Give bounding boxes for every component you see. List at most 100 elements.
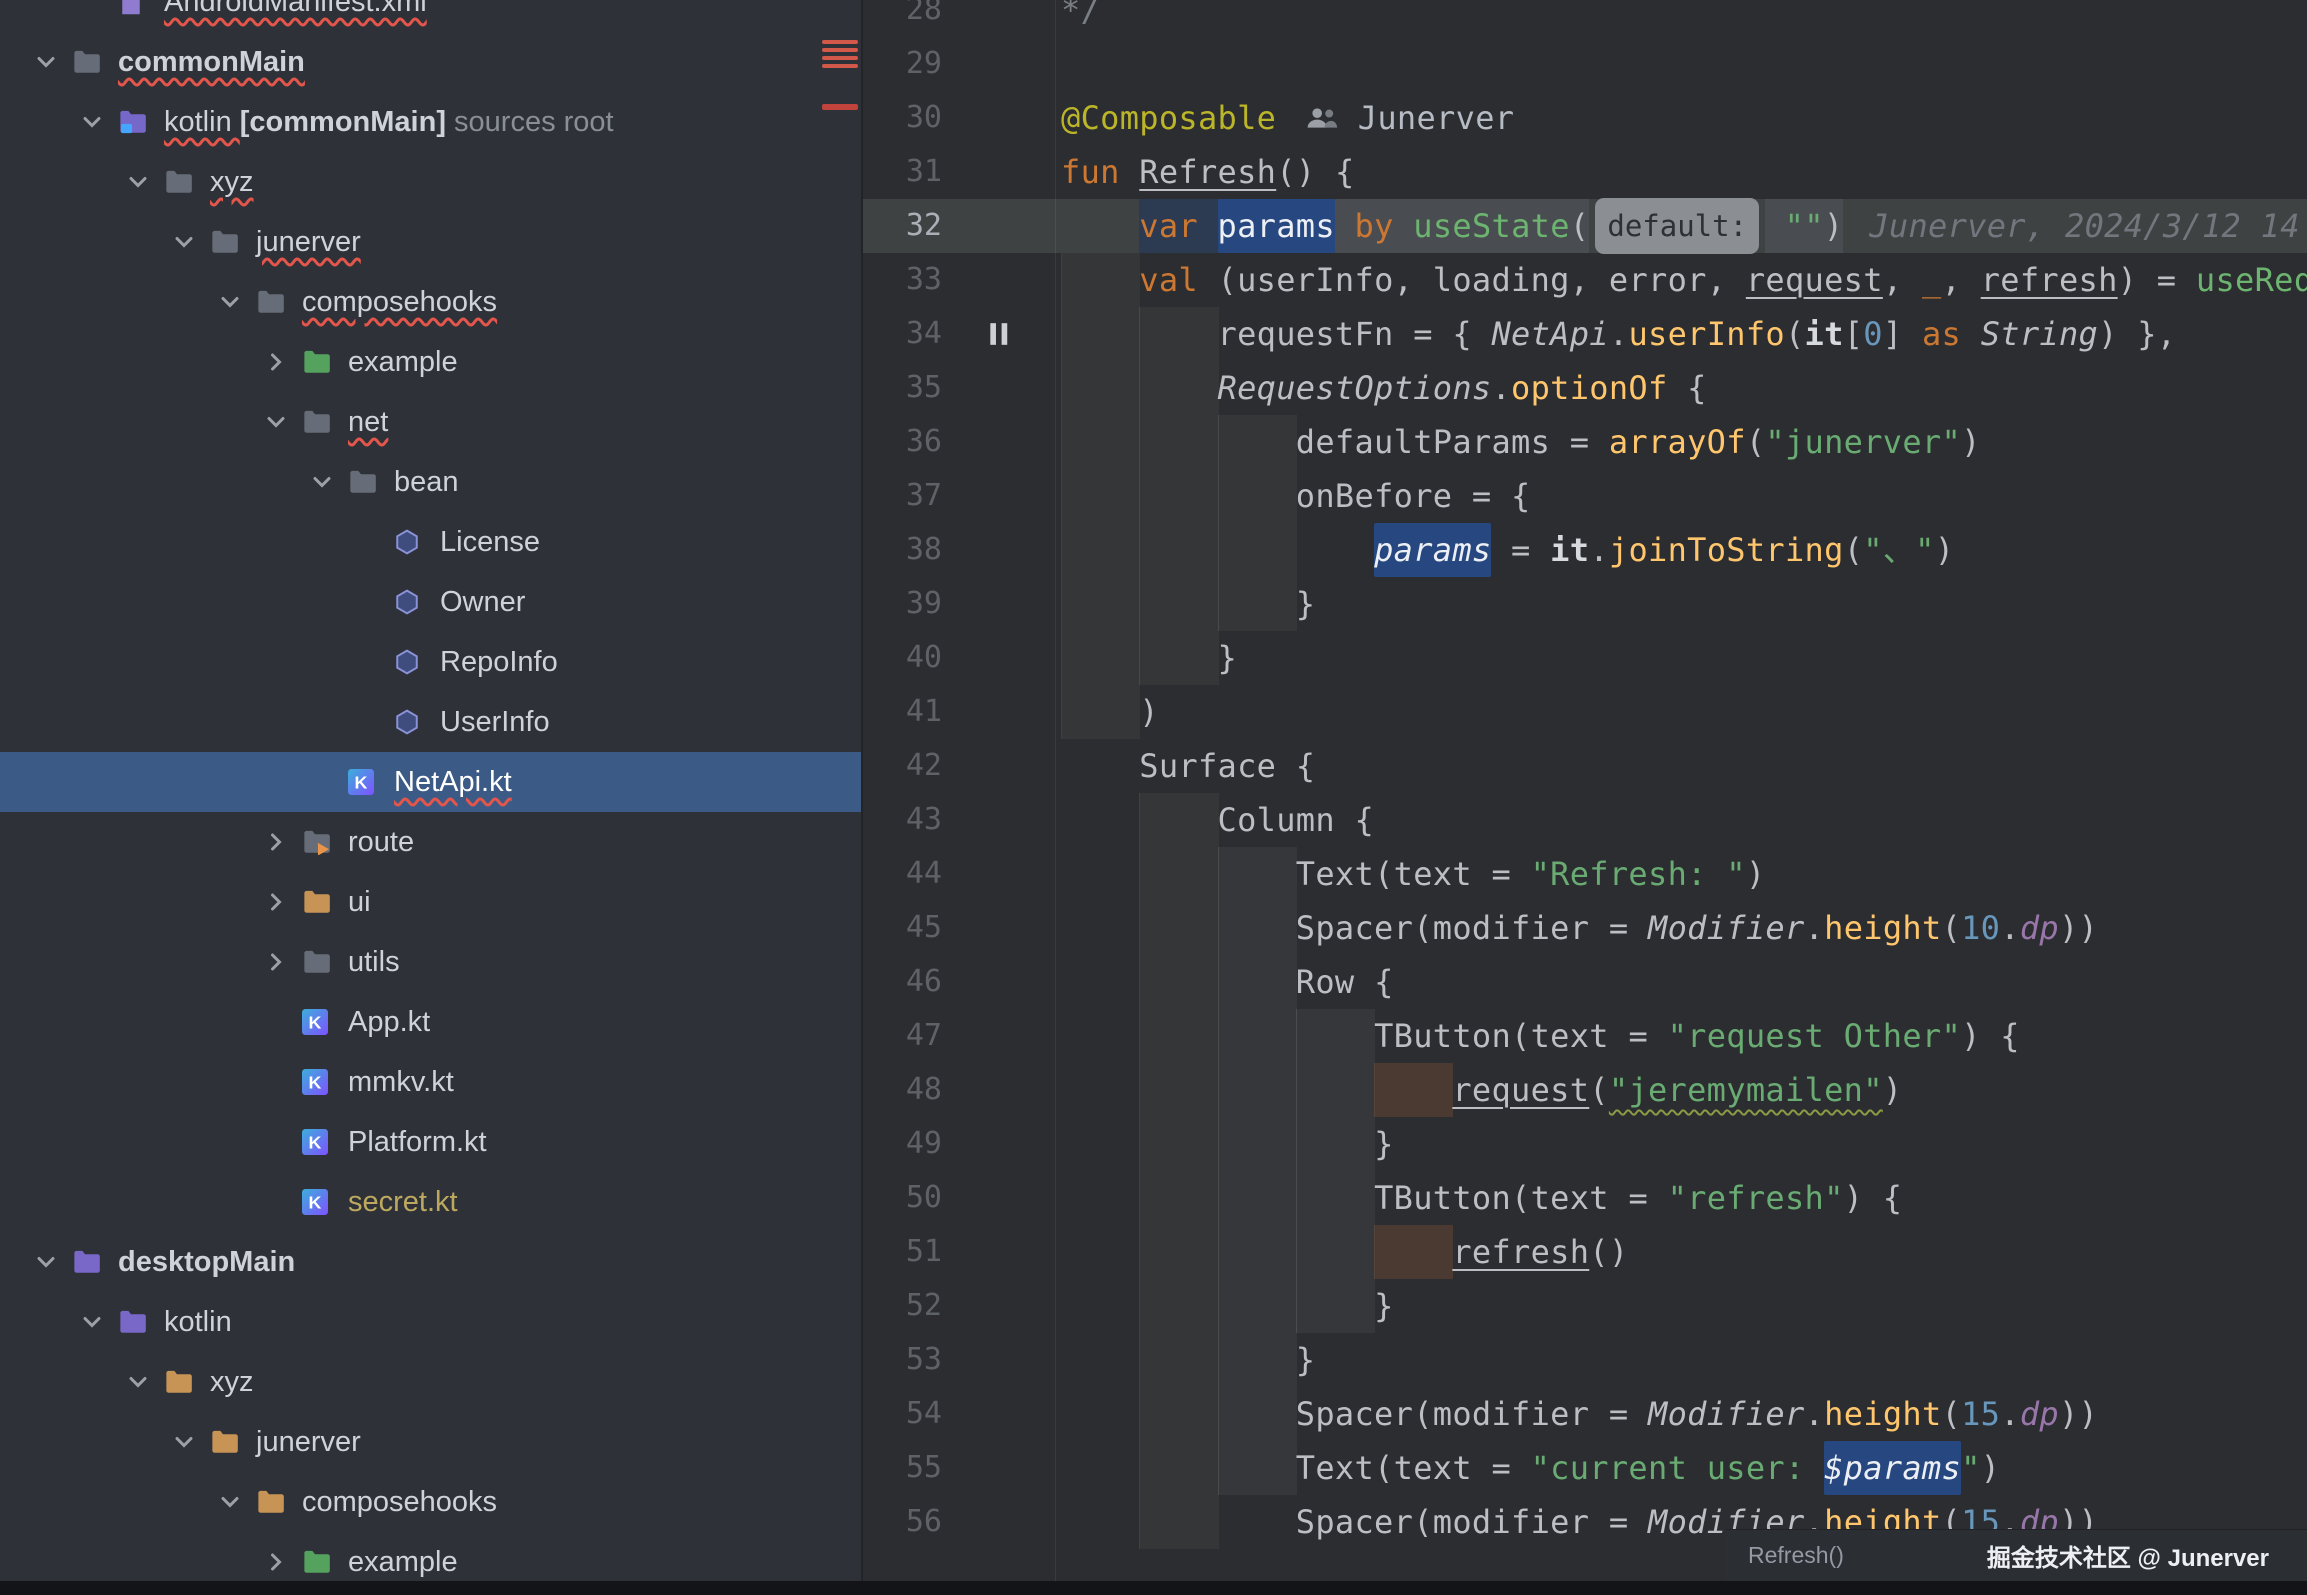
- chevron-right-icon[interactable]: [250, 828, 302, 856]
- code-line-34[interactable]: 34 requestFn = { NetApi.userInfo(it[0] a…: [863, 307, 2307, 361]
- code-line-33[interactable]: 33 val (userInfo, loading, error, reques…: [863, 253, 2307, 307]
- code-line-53[interactable]: 53 }: [863, 1333, 2307, 1387]
- chevron-right-icon[interactable]: [250, 888, 302, 916]
- code-line-55[interactable]: 55 Text(text = "current user: $params"): [863, 1441, 2307, 1495]
- tree-item-composehooks[interactable]: composehooks: [0, 272, 861, 332]
- tree-item-androidmanifest-xml[interactable]: AndroidManifest.xml: [0, 0, 861, 32]
- line-number[interactable]: 37: [863, 469, 942, 523]
- tree-item-composehooks[interactable]: composehooks: [0, 1472, 861, 1532]
- code-line-38[interactable]: 38 params = it.joinToString("、"): [863, 523, 2307, 577]
- code-line-48[interactable]: 48 request("jeremymailen"): [863, 1063, 2307, 1117]
- line-number[interactable]: 43: [863, 793, 942, 847]
- tree-item-net[interactable]: net: [0, 392, 861, 452]
- menu-stripes-icon[interactable]: [822, 40, 858, 68]
- line-number[interactable]: 44: [863, 847, 942, 901]
- line-number[interactable]: 40: [863, 631, 942, 685]
- line-number[interactable]: 51: [863, 1225, 942, 1279]
- line-number[interactable]: 56: [863, 1495, 942, 1549]
- code-line-54[interactable]: 54 Spacer(modifier = Modifier.height(15.…: [863, 1387, 2307, 1441]
- line-number[interactable]: 33: [863, 253, 942, 307]
- code-line-50[interactable]: 50 TButton(text = "refresh") {: [863, 1171, 2307, 1225]
- code-line-45[interactable]: 45 Spacer(modifier = Modifier.height(10.…: [863, 901, 2307, 955]
- code-line-31[interactable]: 31fun Refresh() {: [863, 145, 2307, 199]
- tree-item-kotlin[interactable]: kotlin: [0, 1292, 861, 1352]
- tree-item-userinfo[interactable]: UserInfo: [0, 692, 861, 752]
- chevron-down-icon[interactable]: [158, 1428, 210, 1456]
- line-number[interactable]: 52: [863, 1279, 942, 1333]
- code-line-42[interactable]: 42 Surface {: [863, 739, 2307, 793]
- line-number[interactable]: 41: [863, 685, 942, 739]
- breadcrumb[interactable]: Refresh(): [1748, 1542, 1844, 1569]
- tree-item-netapi-kt[interactable]: KNetApi.kt: [0, 752, 863, 812]
- line-number[interactable]: 32: [863, 199, 942, 253]
- code-line-39[interactable]: 39 }: [863, 577, 2307, 631]
- chevron-down-icon[interactable]: [20, 1248, 72, 1276]
- tree-item-route[interactable]: route: [0, 812, 861, 872]
- code-line-44[interactable]: 44 Text(text = "Refresh: "): [863, 847, 2307, 901]
- code-line-30[interactable]: 30@Composable Junerver: [863, 91, 2307, 145]
- code-line-52[interactable]: 52 }: [863, 1279, 2307, 1333]
- line-number[interactable]: 53: [863, 1333, 942, 1387]
- line-number[interactable]: 54: [863, 1387, 942, 1441]
- line-number[interactable]: 42: [863, 739, 942, 793]
- code-line-51[interactable]: 51 refresh(): [863, 1225, 2307, 1279]
- code-line-29[interactable]: 29: [863, 37, 2307, 91]
- chevron-down-icon[interactable]: [112, 168, 164, 196]
- line-number[interactable]: 49: [863, 1117, 942, 1171]
- line-number[interactable]: 38: [863, 523, 942, 577]
- code-line-28[interactable]: 28*/: [863, 0, 2307, 37]
- line-number[interactable]: 39: [863, 577, 942, 631]
- line-number[interactable]: 34: [863, 307, 942, 361]
- code-line-37[interactable]: 37 onBefore = {: [863, 469, 2307, 523]
- tree-item-owner[interactable]: Owner: [0, 572, 861, 632]
- tree-item-secret-kt[interactable]: Ksecret.kt: [0, 1172, 861, 1232]
- code-line-43[interactable]: 43 Column {: [863, 793, 2307, 847]
- chevron-right-icon[interactable]: [250, 348, 302, 376]
- line-number[interactable]: 48: [863, 1063, 942, 1117]
- tree-item-junerver[interactable]: junerver: [0, 212, 861, 272]
- tree-item-license[interactable]: License: [0, 512, 861, 572]
- chevron-down-icon[interactable]: [20, 48, 72, 76]
- tree-item-utils[interactable]: utils: [0, 932, 861, 992]
- chevron-down-icon[interactable]: [112, 1368, 164, 1396]
- chevron-down-icon[interactable]: [66, 108, 118, 136]
- tree-item-platform-kt[interactable]: KPlatform.kt: [0, 1112, 861, 1172]
- chevron-right-icon[interactable]: [250, 948, 302, 976]
- code-line-36[interactable]: 36 defaultParams = arrayOf("junerver"): [863, 415, 2307, 469]
- chevron-down-icon[interactable]: [66, 1308, 118, 1336]
- line-number[interactable]: 46: [863, 955, 942, 1009]
- line-number[interactable]: 29: [863, 37, 942, 91]
- line-number[interactable]: 47: [863, 1009, 942, 1063]
- code-line-46[interactable]: 46 Row {: [863, 955, 2307, 1009]
- tree-item-xyz[interactable]: xyz: [0, 152, 861, 212]
- code-line-32[interactable]: 32 var params by useState(default: "")Ju…: [863, 199, 2307, 253]
- tree-item-desktopmain[interactable]: desktopMain: [0, 1232, 861, 1292]
- code-editor[interactable]: 28*/2930@Composable Junerver31fun Refres…: [863, 0, 2307, 1595]
- line-number[interactable]: 45: [863, 901, 942, 955]
- chevron-down-icon[interactable]: [158, 228, 210, 256]
- tree-item-bean[interactable]: bean: [0, 452, 861, 512]
- code-line-49[interactable]: 49 }: [863, 1117, 2307, 1171]
- tree-item-example[interactable]: example: [0, 332, 861, 392]
- line-number[interactable]: 50: [863, 1171, 942, 1225]
- chevron-down-icon[interactable]: [204, 1488, 256, 1516]
- line-number[interactable]: 36: [863, 415, 942, 469]
- tree-item-xyz[interactable]: xyz: [0, 1352, 861, 1412]
- line-number[interactable]: 28: [863, 0, 942, 37]
- tree-item-mmkv-kt[interactable]: Kmmkv.kt: [0, 1052, 861, 1112]
- tree-item-repoinfo[interactable]: RepoInfo: [0, 632, 861, 692]
- pause-icon[interactable]: [942, 321, 1055, 347]
- tree-item-ui[interactable]: ui: [0, 872, 861, 932]
- tree-item-junerver[interactable]: junerver: [0, 1412, 861, 1472]
- chevron-down-icon[interactable]: [250, 408, 302, 436]
- code-line-35[interactable]: 35 RequestOptions.optionOf {: [863, 361, 2307, 415]
- chevron-right-icon[interactable]: [250, 1548, 302, 1576]
- line-number[interactable]: 30: [863, 91, 942, 145]
- line-number[interactable]: 55: [863, 1441, 942, 1495]
- chevron-down-icon[interactable]: [204, 288, 256, 316]
- line-number[interactable]: 31: [863, 145, 942, 199]
- project-tree[interactable]: AndroidManifest.xmlcommonMainkotlin [com…: [0, 0, 861, 1592]
- line-number[interactable]: 35: [863, 361, 942, 415]
- tree-item-kotlin-commonmain-sources-root[interactable]: kotlin [commonMain] sources root: [0, 92, 861, 152]
- code-line-40[interactable]: 40 }: [863, 631, 2307, 685]
